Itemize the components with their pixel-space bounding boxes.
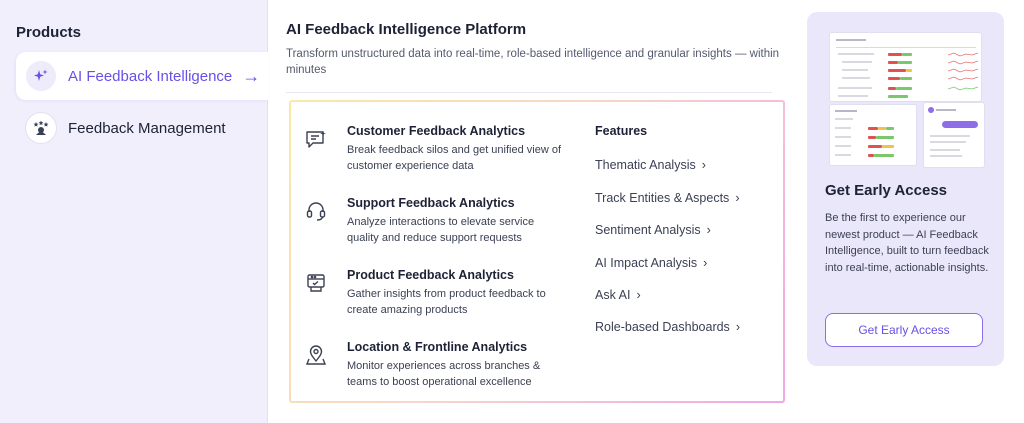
sparkle-icon <box>26 61 56 91</box>
product-customer-feedback-analytics[interactable]: Customer Feedback Analytics Break feedba… <box>303 124 563 174</box>
chevron-right-icon: › <box>706 223 711 237</box>
product-location-frontline-analytics[interactable]: Location & Frontline Analytics Monitor e… <box>303 340 563 390</box>
chevron-right-icon: › <box>703 256 708 270</box>
product-description: Monitor experiences across branches & te… <box>347 360 541 388</box>
early-access-card: Get Early Access Be the first to experie… <box>807 12 1004 366</box>
feature-label: Sentiment Analysis <box>595 223 701 237</box>
features-heading: Features <box>595 124 648 138</box>
feature-link-thematic-analysis[interactable]: Thematic Analysis › <box>595 158 706 172</box>
card-title: Get Early Access <box>825 182 948 199</box>
card-description: Be the first to experience our newest pr… <box>825 212 989 274</box>
chevron-right-icon: › <box>735 191 740 205</box>
headset-icon <box>303 198 329 224</box>
product-description: Analyze interactions to elevate service … <box>347 216 535 244</box>
sidebar-title: Products <box>16 24 82 41</box>
product-title: Product Feedback Analytics <box>347 268 514 282</box>
page-title: AI Feedback Intelligence Platform <box>286 21 527 38</box>
location-pin-icon <box>303 342 329 368</box>
product-product-feedback-analytics[interactable]: Product Feedback Analytics Gather insigh… <box>303 268 563 318</box>
sidebar-item-ai-feedback-intelligence[interactable]: AI Feedback Intelligence → <box>16 52 268 100</box>
product-description: Break feedback silos and get unified vie… <box>347 144 562 172</box>
product-title: Customer Feedback Analytics <box>347 124 526 138</box>
product-description: Gather insights from product feedback to… <box>347 288 546 316</box>
products-panel: Customer Feedback Analytics Break feedba… <box>289 100 785 403</box>
feature-link-ai-impact-analysis[interactable]: AI Impact Analysis › <box>595 256 707 270</box>
divider <box>286 92 772 93</box>
sidebar-item-label: AI Feedback Intelligence <box>68 67 233 85</box>
page-description: Transform unstructured data into real-ti… <box>286 48 780 76</box>
sidebar-item-label: Feedback Management <box>68 119 226 137</box>
feature-label: Ask AI <box>595 288 631 302</box>
chevron-right-icon: › <box>701 158 706 172</box>
preview-ai-chat <box>923 102 985 168</box>
feature-label: Role-based Dashboards <box>595 320 730 334</box>
feature-label: Track Entities & Aspects <box>595 191 730 205</box>
sidebar-item-feedback-management[interactable]: Feedback Management <box>16 104 268 152</box>
product-box-icon <box>303 270 329 296</box>
product-support-feedback-analytics[interactable]: Support Feedback Analytics Analyze inter… <box>303 196 563 246</box>
arrow-right-icon: → <box>242 66 261 86</box>
get-early-access-button[interactable]: Get Early Access <box>825 313 983 347</box>
chat-bubble-icon <box>303 126 329 152</box>
feature-label: AI Impact Analysis <box>595 256 698 270</box>
product-title: Location & Frontline Analytics <box>347 340 528 354</box>
products-sidebar: Products AI Feedback Intelligence → Feed… <box>0 0 268 423</box>
preview-themes-table <box>829 32 982 102</box>
feature-link-role-based-dashboards[interactable]: Role-based Dashboards › <box>595 320 740 334</box>
stars-group-icon <box>26 113 56 143</box>
feature-link-ask-ai[interactable]: Ask AI › <box>595 288 641 302</box>
feature-link-sentiment-analysis[interactable]: Sentiment Analysis › <box>595 223 711 237</box>
feature-label: Thematic Analysis <box>595 158 696 172</box>
dashboard-preview-image <box>829 32 985 170</box>
product-title: Support Feedback Analytics <box>347 196 515 210</box>
chevron-right-icon: › <box>636 288 641 302</box>
chevron-right-icon: › <box>735 320 740 334</box>
feature-link-track-entities[interactable]: Track Entities & Aspects › <box>595 191 739 205</box>
preview-locations-table <box>829 104 917 166</box>
